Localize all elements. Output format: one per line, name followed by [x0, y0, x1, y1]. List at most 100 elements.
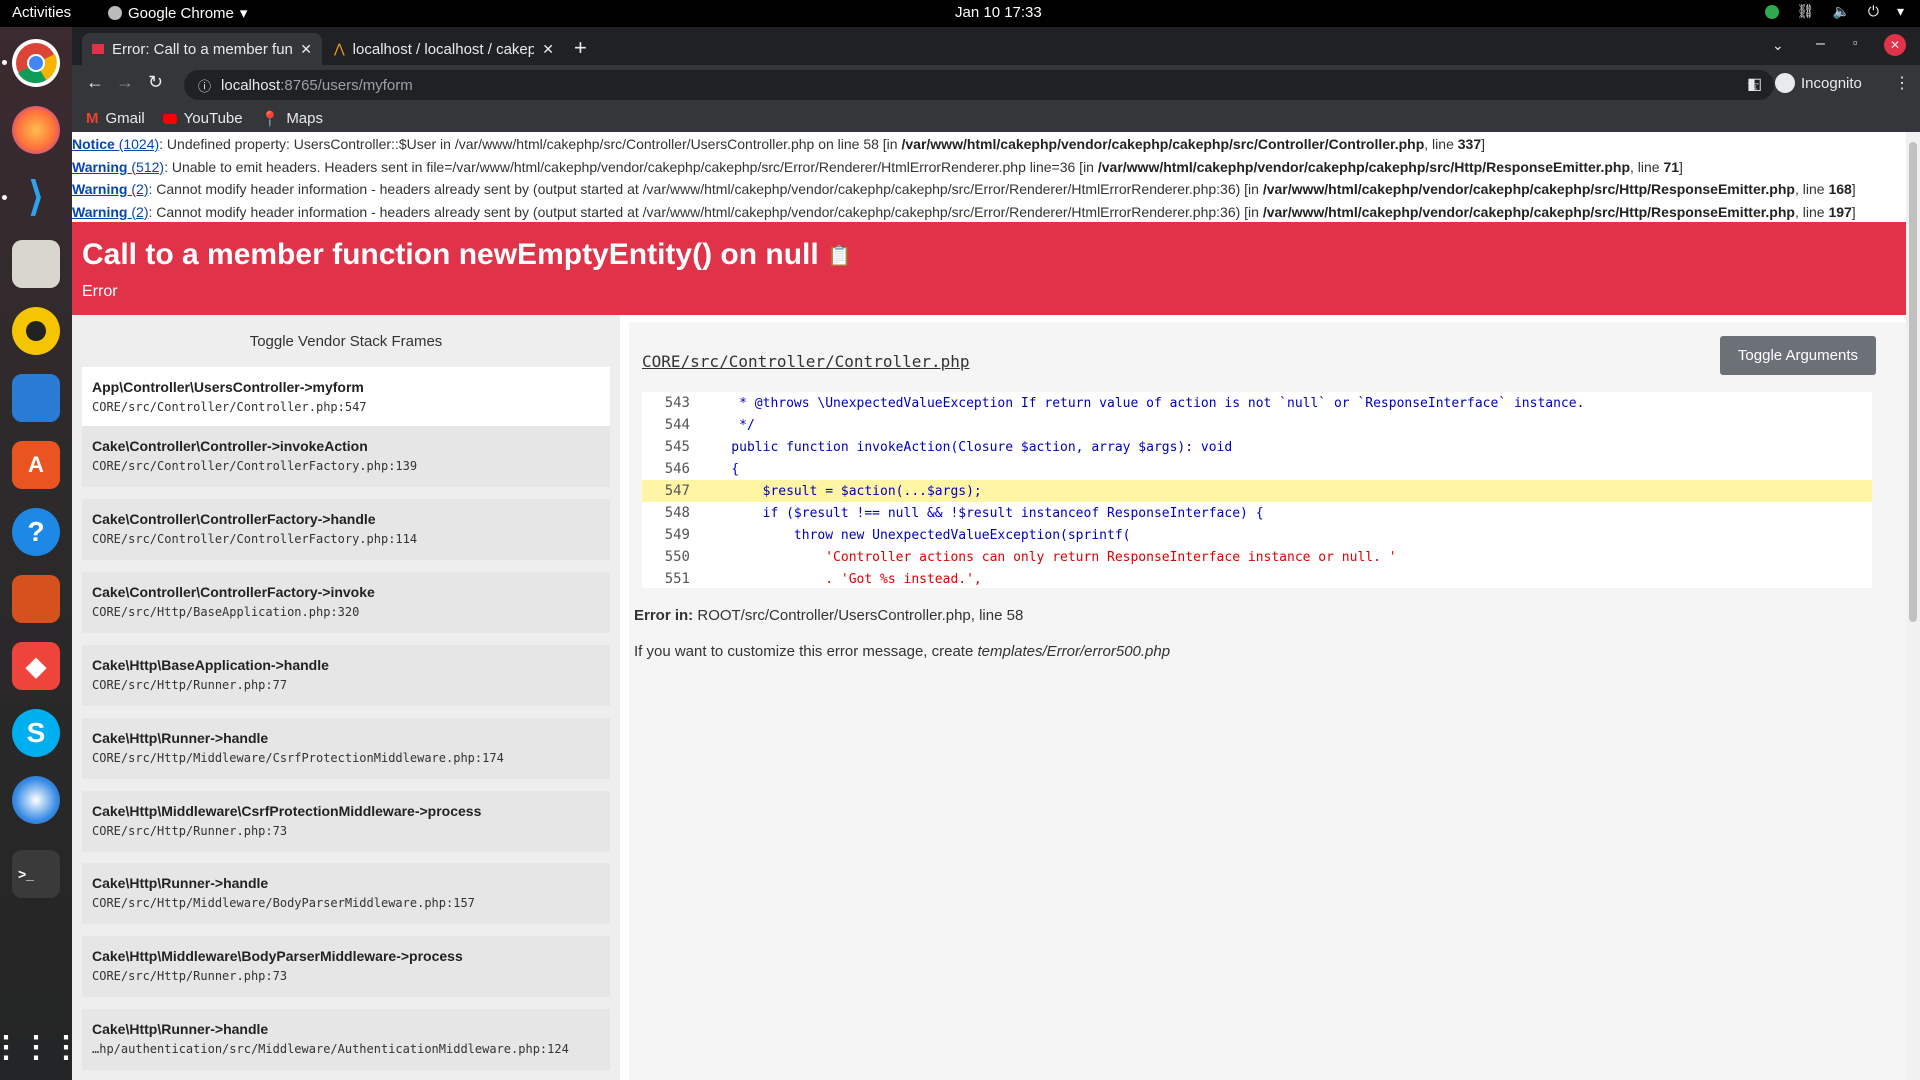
chrome-menu-icon[interactable]: ⋮ — [1894, 73, 1910, 93]
error-title: Call to a member function newEmptyEntity… — [82, 238, 852, 272]
bookmark-maps[interactable]: 📍 Maps — [261, 110, 323, 128]
system-tray[interactable]: ⛓ 🔈 ⏻ ▾ — [1764, 3, 1904, 20]
app-menu[interactable]: Google Chrome ▾ — [108, 4, 247, 22]
line-number: 550 — [664, 549, 690, 565]
warning-type-link[interactable]: Warning (2) — [72, 181, 149, 197]
tab-search-icon[interactable]: ⌄ — [1772, 37, 1784, 54]
power-icon: ⏻ — [1867, 3, 1879, 19]
address-bar[interactable]: ⓘ localhost :8765/users/myform ☆ — [184, 70, 1774, 100]
toggle-arguments-button[interactable]: Toggle Arguments — [1719, 336, 1876, 375]
menu-caret-icon: ▾ — [1896, 3, 1904, 19]
stack-frame[interactable]: Cake\Controller\ControllerFactory->handl… — [82, 499, 610, 560]
chrome-icon[interactable] — [12, 39, 60, 87]
new-tab-button[interactable]: + — [574, 35, 587, 61]
running-indicator — [2, 195, 7, 200]
thunderbird-icon[interactable] — [12, 776, 60, 824]
error-favicon — [92, 44, 104, 54]
line-number: 551 — [664, 571, 690, 587]
frame-function: Cake\Http\Runner->handle — [92, 730, 269, 746]
app-menu-label: Google Chrome — [128, 4, 234, 22]
close-window-button[interactable]: ✕ — [1884, 34, 1906, 56]
error-in-value: ROOT/src/Controller/UsersController.php,… — [693, 607, 1024, 624]
files-icon[interactable] — [12, 240, 60, 288]
anydesk-icon[interactable]: ◆ — [12, 642, 60, 690]
apps-grid-icon[interactable]: ⋮⋮⋮ — [0, 1023, 81, 1071]
code-line: 551 . 'Got %s instead.', — [642, 568, 1872, 590]
bookmark-youtube[interactable]: YouTube — [162, 110, 243, 127]
reload-button[interactable]: ↻ — [148, 72, 163, 93]
stack-frame[interactable]: Cake\Http\Runner->handle CORE/src/Http/Mi… — [82, 718, 610, 779]
frame-location: CORE/src/Controller/ControllerFactory.ph… — [92, 532, 418, 546]
customize-hint: If you want to customize this error mess… — [634, 643, 1170, 660]
toggle-vendor-frames-button[interactable]: Toggle Vendor Stack Frames — [72, 333, 620, 350]
incognito-icon — [1775, 73, 1795, 93]
tab-phpmyadmin[interactable]: ⋀ localhost / localhost / cakephp ✕ — [324, 33, 564, 65]
warning-line-prefix: , line — [1794, 203, 1829, 220]
frame-location: …hp/authentication/src/Middleware/Authen… — [92, 1042, 569, 1056]
help-icon[interactable]: ? — [12, 508, 60, 556]
stack-frame[interactable]: Cake\Http\Middleware\BodyParserMiddlewar… — [82, 936, 610, 997]
info-icon[interactable]: ⓘ — [198, 76, 211, 95]
warning-code: (512) — [131, 158, 165, 175]
line-number: 544 — [664, 417, 690, 433]
source-file-link[interactable]: CORE/src/Controller/Controller.php — [642, 352, 970, 371]
stack-trace-panel: Toggle Vendor Stack Frames App\Controlle… — [72, 315, 620, 1080]
stack-frame[interactable]: App\Controller\UsersController->myform CO… — [82, 367, 610, 428]
update-status-icon[interactable] — [1764, 4, 1779, 19]
incognito-badge[interactable]: Incognito — [1775, 73, 1862, 93]
warning-type-link[interactable]: Warning (512) — [72, 159, 164, 175]
toolbar: ← → ↻ ⓘ localhost :8765/users/myform ☆ ◧… — [72, 65, 1920, 105]
vscode-icon[interactable]: ⟩ — [12, 173, 60, 221]
warning-text: : Unable to emit headers. Headers sent i… — [164, 158, 1098, 175]
frame-location: CORE/src/Http/BaseApplication.php:320 — [92, 605, 360, 619]
bookmark-gmail[interactable]: M Gmail — [86, 110, 145, 127]
back-button[interactable]: ← — [86, 72, 104, 93]
rhythmbox-icon[interactable] — [12, 307, 60, 355]
system-top-bar: Activities Google Chrome ▾ Jan 10 17:33 … — [0, 0, 1920, 27]
stack-frame[interactable]: Cake\Controller\ControllerFactory->invok… — [82, 572, 610, 633]
software-icon[interactable]: A — [12, 441, 60, 489]
frame-location: CORE/src/Http/Middleware/BodyParserMiddl… — [92, 896, 475, 910]
maximize-button[interactable]: ▫ — [1853, 35, 1858, 50]
warning-type-link[interactable]: Notice (1024) — [72, 136, 159, 152]
warning-type: Warning — [72, 181, 128, 197]
customize-hint-text: If you want to customize this error mess… — [634, 643, 978, 660]
activities-button[interactable]: Activities — [12, 4, 71, 21]
writer-icon[interactable] — [12, 374, 60, 422]
stack-frame[interactable]: Cake\Http\Runner->handle CORE/src/Http/Mi… — [82, 863, 610, 924]
frame-function: App\Controller\UsersController->myform — [92, 379, 364, 395]
code-text: 'Controller actions can only return Resp… — [700, 550, 1397, 565]
stack-frame[interactable]: Cake\Http\Runner->handle …hp/authenticati… — [82, 1009, 610, 1070]
code-line: 549 throw new UnexpectedValueException(s… — [642, 524, 1872, 546]
code-line: 550 'Controller actions can only return … — [642, 546, 1872, 568]
stack-frame[interactable]: Cake\Http\BaseApplication->handle CORE/sr… — [82, 645, 610, 706]
dock: ⟩ A ? ◆ S >_ ⋮⋮⋮ — [0, 27, 81, 1080]
warning-line-prefix: , line — [1794, 181, 1829, 197]
line-number: 545 — [664, 439, 690, 455]
terminal-icon[interactable]: >_ — [12, 850, 60, 898]
scrollbar-thumb[interactable] — [1909, 142, 1917, 622]
bookmarks-bar: M Gmail YouTube 📍 Maps — [72, 105, 1920, 132]
skype-icon[interactable]: S — [12, 709, 60, 757]
side-panel-icon[interactable]: ◧ — [1747, 74, 1762, 94]
stack-frame[interactable]: Cake\Controller\Controller->invokeAction… — [82, 426, 610, 487]
close-icon[interactable]: ✕ — [300, 41, 312, 58]
impress-icon[interactable] — [12, 575, 60, 623]
error-header: Call to a member function newEmptyEntity… — [72, 222, 1906, 315]
copy-clipboard-icon[interactable]: 📋 — [827, 246, 852, 268]
forward-button[interactable]: → — [116, 72, 134, 93]
frame-function: Cake\Controller\Controller->invokeAction — [92, 438, 368, 454]
line-number: 543 — [664, 395, 690, 411]
page-scrollbar[interactable] — [1906, 132, 1920, 1080]
warning-type-link[interactable]: Warning (2) — [72, 204, 149, 220]
code-line: 543 * @throws \UnexpectedValueException … — [642, 392, 1872, 414]
stack-frame[interactable]: Cake\Http\Middleware\CsrfProtectionMiddl… — [82, 791, 610, 852]
frame-function: Cake\Http\Runner->handle — [92, 1021, 269, 1037]
tab-error[interactable]: Error: Call to a member function newEmpt… — [82, 33, 322, 65]
firefox-icon[interactable] — [12, 106, 60, 154]
close-icon[interactable]: ✕ — [542, 41, 554, 58]
code-text: public function invokeAction(Closure $ac… — [700, 440, 1233, 455]
warning-line-prefix: , line — [1630, 158, 1664, 175]
minimize-button[interactable]: – — [1816, 35, 1825, 53]
clock[interactable]: Jan 10 17:33 — [955, 4, 1042, 21]
